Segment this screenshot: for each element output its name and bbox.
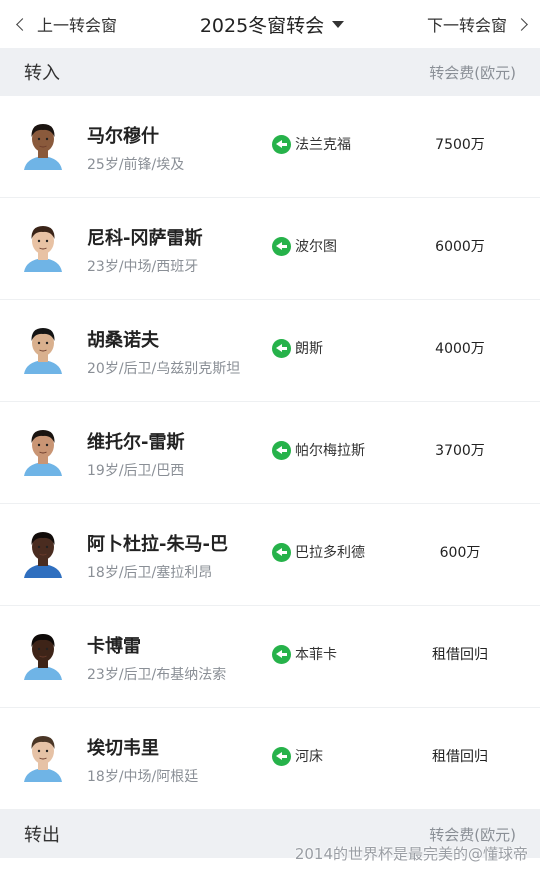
player-row[interactable]: 尼科-冈萨雷斯 23岁/中场/西班牙 波尔图 6000万 [0,198,540,300]
prev-window-label: 上一转会窗 [37,16,118,35]
transfer-in-arrow-icon [272,644,291,664]
player-info: 马尔穆什 25岁/前锋/埃及 [87,122,184,174]
player-info: 卡博雷 23岁/后卫/布基纳法索 [87,632,226,684]
chevron-left-icon [16,17,29,31]
player-avatar [22,628,64,680]
player-info: 维托尔-雷斯 19岁/后卫/巴西 [87,428,184,480]
chevron-right-icon [515,17,528,31]
transfer-in-arrow-icon [272,134,291,154]
player-avatar [22,322,64,374]
transfer-fee: 3700万 [435,443,485,459]
player-meta: 19岁/后卫/巴西 [87,463,185,479]
window-selector[interactable]: 2025冬窗转会 [199,11,345,38]
player-row[interactable]: 胡桑诺夫 20岁/后卫/乌兹别克斯坦 朗斯 4000万 [0,300,540,402]
club-name: 波尔图 [295,239,337,255]
player-name: 马尔穆什 [87,126,159,147]
player-avatar [22,220,64,272]
from-club: 波尔图 [272,236,337,256]
transfer-in-arrow-icon [272,338,291,358]
player-name: 卡博雷 [87,636,141,657]
player-row[interactable]: 维托尔-雷斯 19岁/后卫/巴西 帕尔梅拉斯 3700万 [0,402,540,504]
from-club: 法兰克福 [272,134,351,154]
player-meta: 23岁/中场/西班牙 [87,259,199,275]
transfer-fee: 租借回归 [432,749,488,765]
transfer-in-arrow-icon [272,440,291,460]
player-avatar [22,424,64,476]
player-avatar [22,730,64,782]
top-bar: 上一转会窗 2025冬窗转会 下一转会窗 [0,0,540,48]
transfer-in-arrow-icon [272,236,291,256]
player-row[interactable]: 埃切韦里 18岁/中场/阿根廷 河床 租借回归 [0,708,540,810]
transfer-out-label: 转出 [24,825,60,846]
player-row[interactable]: 马尔穆什 25岁/前锋/埃及 法兰克福 7500万 [0,96,540,198]
from-club: 本菲卡 [272,644,337,664]
player-name: 阿卜杜拉-朱马-巴 [87,534,228,555]
club-name: 帕尔梅拉斯 [295,443,365,459]
transfer-in-header: 转入 转会费(欧元) [0,48,540,96]
player-list: 马尔穆什 25岁/前锋/埃及 法兰克福 7500万 尼科-冈萨雷斯 23岁/中场… [0,96,540,810]
page-title: 2025冬窗转会 [199,14,325,37]
club-name: 法兰克福 [295,137,351,153]
dropdown-triangle-icon [332,20,345,28]
transfer-fee: 7500万 [435,137,485,153]
fee-column-header: 转会费(欧元) [429,63,516,82]
from-club: 帕尔梅拉斯 [272,440,365,460]
player-name: 尼科-冈萨雷斯 [87,228,203,249]
player-row[interactable]: 卡博雷 23岁/后卫/布基纳法索 本菲卡 租借回归 [0,606,540,708]
fee-column-header: 转会费(欧元) [429,825,516,844]
transfer-fee: 600万 [439,545,481,561]
player-row[interactable]: 阿卜杜拉-朱马-巴 18岁/后卫/塞拉利昂 巴拉多利德 600万 [0,504,540,606]
club-name: 巴拉多利德 [295,545,365,561]
transfer-fee: 4000万 [435,341,485,357]
transfer-fee: 6000万 [435,239,485,255]
club-name: 河床 [295,749,323,765]
from-club: 朗斯 [272,338,323,358]
next-window-button[interactable]: 下一转会窗 [426,12,528,36]
next-window-label: 下一转会窗 [426,16,507,35]
player-info: 埃切韦里 18岁/中场/阿根廷 [87,734,198,786]
player-info: 尼科-冈萨雷斯 23岁/中场/西班牙 [87,224,202,276]
player-meta: 18岁/后卫/塞拉利昂 [87,565,213,581]
player-meta: 18岁/中场/阿根廷 [87,769,199,785]
transfer-in-label: 转入 [24,63,60,84]
player-info: 阿卜杜拉-朱马-巴 18岁/后卫/塞拉利昂 [87,530,228,582]
transfer-in-arrow-icon [272,746,291,766]
player-meta: 25岁/前锋/埃及 [87,157,185,173]
player-meta: 20岁/后卫/乌兹别克斯坦 [87,361,241,377]
from-club: 河床 [272,746,323,766]
player-avatar [22,526,64,578]
player-name: 胡桑诺夫 [87,330,159,351]
transfer-in-arrow-icon [272,542,291,562]
player-info: 胡桑诺夫 20岁/后卫/乌兹别克斯坦 [87,326,240,378]
player-name: 埃切韦里 [87,738,159,759]
club-name: 本菲卡 [295,647,337,663]
prev-window-button[interactable]: 上一转会窗 [16,12,118,36]
player-name: 维托尔-雷斯 [87,432,185,453]
transfer-fee: 租借回归 [432,647,488,663]
player-avatar [22,118,64,170]
club-name: 朗斯 [295,341,323,357]
from-club: 巴拉多利德 [272,542,365,562]
player-meta: 23岁/后卫/布基纳法索 [87,667,227,683]
watermark: 2014的世界杯是最完美的@懂球帝 [294,845,528,863]
